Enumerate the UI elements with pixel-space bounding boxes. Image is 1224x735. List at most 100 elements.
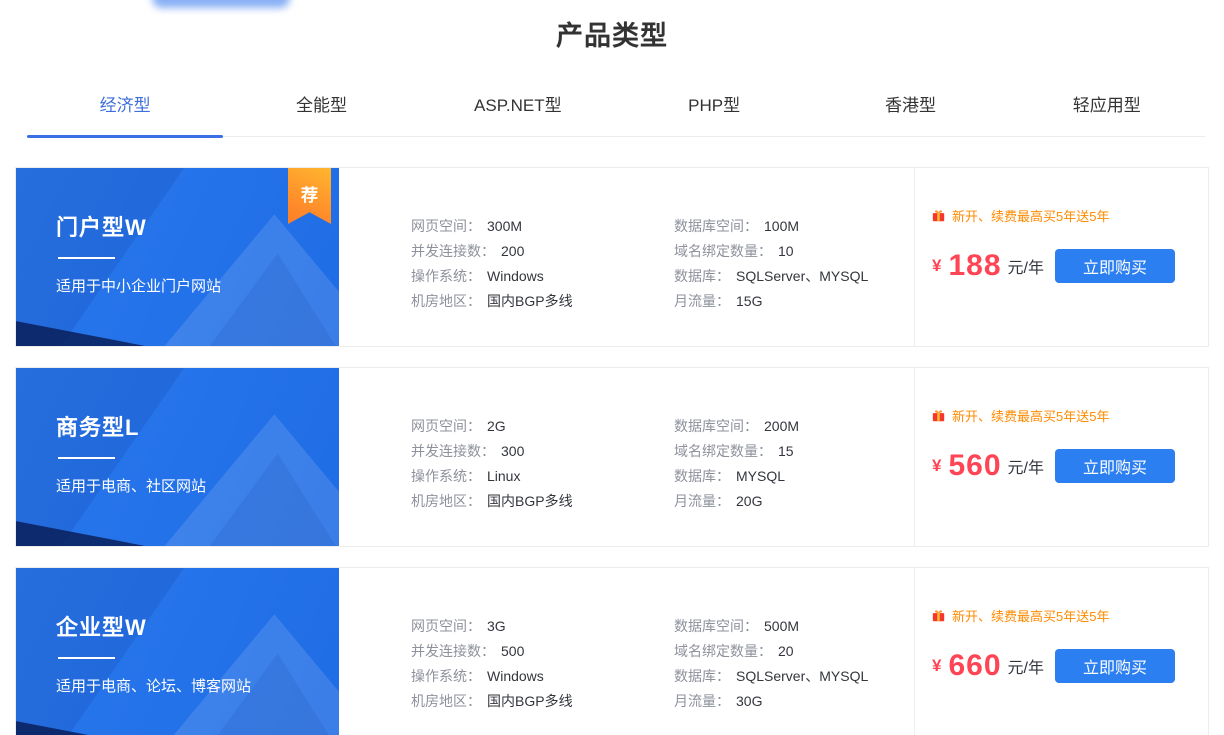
price-value: 188: [948, 249, 1002, 282]
tab-allround[interactable]: 全能型: [223, 81, 419, 136]
spec-row: 域名绑定数量： 20: [674, 639, 868, 664]
spec-row: 网页空间： 2G: [411, 414, 674, 439]
price-line: ¥ 188 元/年 立即购买: [932, 249, 1208, 283]
spec-row: 月流量： 30G: [674, 689, 868, 714]
spec-row: 操作系统： Linux: [411, 464, 674, 489]
tab-label: PHP型: [688, 96, 741, 115]
price-line: ¥ 660 元/年 立即购买: [932, 649, 1208, 683]
spec-row: 月流量： 15G: [674, 289, 868, 314]
tab-lightapp[interactable]: 轻应用型: [1009, 81, 1205, 136]
spec-value: 20G: [736, 493, 763, 509]
spec-label: 数据库空间：: [674, 618, 758, 634]
panel-content: 商务型L 适用于电商、社区网站: [16, 368, 339, 496]
spec-list: 网页空间： 2G 并发连接数： 300 操作系统： Linux 机房地区： 国内BGP多…: [339, 368, 914, 546]
spec-column-right: 数据库空间： 200M 域名绑定数量： 15 数据库： MYSQL 月流量： 20G: [674, 414, 799, 546]
spec-row: 网页空间： 3G: [411, 614, 674, 639]
price-unit: 元/年: [1007, 260, 1044, 277]
currency-symbol: ¥: [932, 456, 942, 475]
price-unit: 元/年: [1007, 660, 1044, 677]
spec-label: 月流量：: [674, 293, 730, 309]
spec-list: 网页空间： 300M 并发连接数： 200 操作系统： Windows 机房地区： 国内…: [339, 168, 914, 346]
spec-row: 数据库空间： 200M: [674, 414, 799, 439]
spec-column-left: 网页空间： 3G 并发连接数： 500 操作系统： Windows 机房地区： 国内BG…: [411, 614, 674, 735]
spec-label: 操作系统：: [411, 668, 481, 684]
spec-row: 数据库： MYSQL: [674, 464, 799, 489]
spec-row: 网页空间： 300M: [411, 214, 674, 239]
spec-value: 100M: [764, 218, 800, 234]
currency-symbol: ¥: [932, 656, 942, 675]
spec-row: 域名绑定数量： 10: [674, 239, 868, 264]
tab-aspnet[interactable]: ASP.NET型: [420, 81, 616, 136]
title-divider: [58, 457, 115, 459]
spec-row: 并发连接数： 200: [411, 239, 674, 264]
spec-label: 操作系统：: [411, 468, 481, 484]
spec-value: 10: [778, 243, 794, 259]
tab-label: 经济型: [99, 96, 151, 115]
price-unit: 元/年: [1007, 460, 1044, 477]
spec-label: 数据库：: [674, 668, 730, 684]
price-section: 新开、续费最高买5年送5年 ¥ 188 元/年 立即购买: [914, 168, 1208, 346]
spec-value: 200M: [764, 418, 800, 434]
product-promo-panel: 商务型L 适用于电商、社区网站: [16, 368, 339, 546]
spec-label: 网页空间：: [411, 418, 481, 434]
spec-value: 30G: [736, 693, 763, 709]
gift-icon: [932, 410, 945, 422]
buy-now-button[interactable]: 立即购买: [1055, 249, 1175, 283]
spec-label: 并发连接数：: [411, 243, 495, 259]
spec-value: 200: [501, 243, 525, 259]
promo-line: 新开、续费最高买5年送5年: [932, 406, 1208, 425]
price-section: 新开、续费最高买5年送5年 ¥ 560 元/年 立即购买: [914, 368, 1208, 546]
spec-row: 并发连接数： 300: [411, 439, 674, 464]
spec-column-left: 网页空间： 2G 并发连接数： 300 操作系统： Linux 机房地区： 国内BGP多…: [411, 414, 674, 546]
spec-row: 月流量： 20G: [674, 489, 799, 514]
spec-label: 数据库空间：: [674, 418, 758, 434]
spec-value: Windows: [487, 268, 544, 284]
spec-label: 机房地区：: [411, 293, 481, 309]
spec-value: 15: [778, 443, 794, 459]
spec-label: 并发连接数：: [411, 443, 495, 459]
gift-icon: [932, 210, 945, 222]
tab-label: 香港型: [884, 96, 936, 115]
spec-value: Windows: [487, 668, 544, 684]
product-promo-panel: 荐 门户型W 适用于中小企业门户网站: [16, 168, 339, 346]
spec-column-right: 数据库空间： 500M 域名绑定数量： 20 数据库： SQLServer、MYSQL…: [674, 614, 868, 735]
spec-value: 国内BGP多线: [487, 693, 573, 709]
tab-label: 轻应用型: [1072, 96, 1141, 115]
spec-label: 机房地区：: [411, 493, 481, 509]
spec-label: 月流量：: [674, 693, 730, 709]
spec-row: 操作系统： Windows: [411, 664, 674, 689]
spec-value: 国内BGP多线: [487, 293, 573, 309]
spec-value: Linux: [487, 468, 521, 484]
tab-label: ASP.NET型: [474, 96, 562, 115]
spec-label: 数据库空间：: [674, 218, 758, 234]
spec-value: 300: [501, 443, 525, 459]
spec-label: 网页空间：: [411, 618, 481, 634]
spec-label: 域名绑定数量：: [674, 443, 772, 459]
spec-value: SQLServer、MYSQL: [736, 668, 869, 684]
gift-icon: [932, 610, 945, 622]
product-tagline: 适用于电商、社区网站: [56, 478, 207, 495]
product-card-list: 荐 门户型W 适用于中小企业门户网站 网页空间： 300M 并发连接数： 200 操…: [15, 167, 1209, 735]
spec-label: 域名绑定数量：: [674, 643, 772, 659]
price-line: ¥ 560 元/年 立即购买: [932, 449, 1208, 483]
product-name: 商务型L: [56, 415, 140, 440]
buy-now-button[interactable]: 立即购买: [1055, 449, 1175, 483]
tab-economy[interactable]: 经济型: [27, 81, 224, 138]
active-tab-underline: [27, 135, 224, 138]
tab-php[interactable]: PHP型: [616, 81, 812, 136]
product-type-tabs: 经济型 全能型 ASP.NET型 PHP型 香港型 轻应用型: [27, 81, 1205, 138]
product-tagline: 适用于中小企业门户网站: [56, 278, 222, 295]
spec-label: 数据库：: [674, 268, 730, 284]
product-card-enterprise: 企业型W 适用于电商、论坛、博客网站 网页空间： 3G 并发连接数： 500 操作系…: [15, 567, 1209, 735]
spec-label: 月流量：: [674, 493, 730, 509]
product-card-business: 商务型L 适用于电商、社区网站 网页空间： 2G 并发连接数： 300 操作系统： L…: [15, 367, 1209, 547]
tab-hongkong[interactable]: 香港型: [812, 81, 1008, 136]
price-value: 560: [948, 449, 1002, 482]
price-value: 660: [948, 649, 1002, 682]
promo-line: 新开、续费最高买5年送5年: [932, 606, 1208, 625]
buy-now-button[interactable]: 立即购买: [1055, 649, 1175, 683]
spec-label: 数据库：: [674, 468, 730, 484]
cutoff-blue-element: [152, 0, 290, 8]
spec-label: 机房地区：: [411, 693, 481, 709]
spec-row: 机房地区： 国内BGP多线: [411, 289, 674, 314]
